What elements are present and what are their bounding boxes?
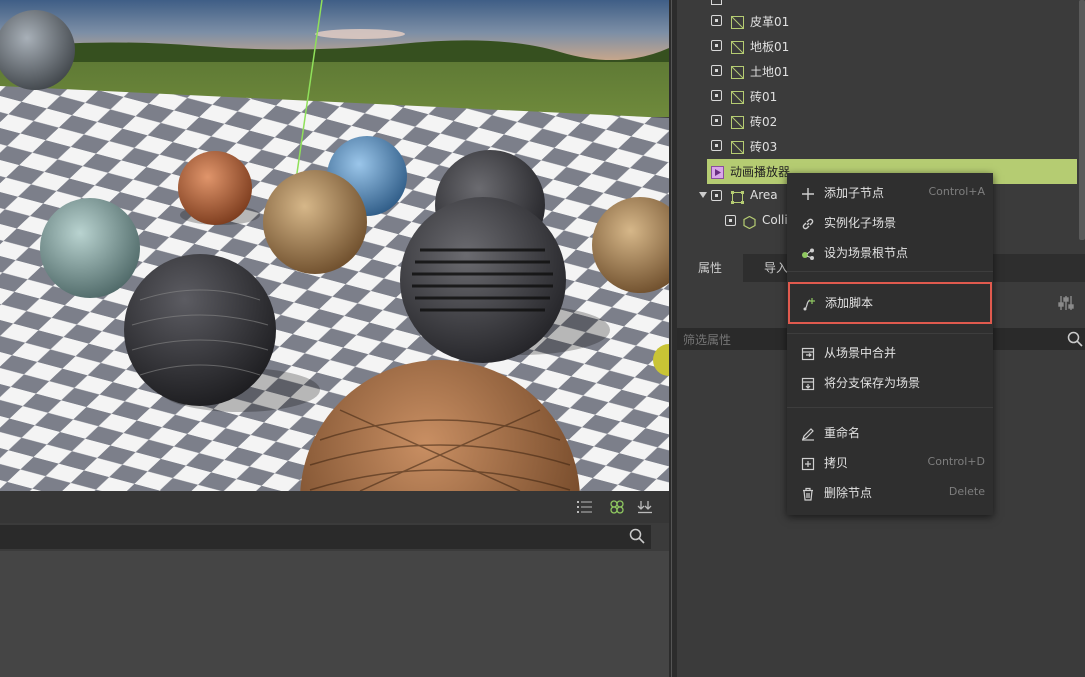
menu-item-label: 删除节点 [824,486,873,500]
material-icon [731,89,744,104]
menu-add-child-node[interactable]: 添加子节点 Control+A [787,178,993,208]
bottom-filter-bar[interactable] [0,525,651,549]
tree-scrollbar[interactable] [1079,0,1085,240]
menu-instance-child-scene[interactable]: 实例化子场景 [787,208,993,238]
menu-item-label: 添加子节点 [824,186,885,200]
menu-item-shortcut: Control+A [928,185,985,198]
material-icon [731,114,744,129]
menu-separator [787,271,993,272]
menu-add-script[interactable]: 添加脚本 [788,282,992,324]
material-icon [731,39,744,54]
visibility-icon[interactable] [711,190,722,201]
tree-item-label: 砖01 [750,90,778,104]
trash-icon [801,486,815,501]
menu-item-label: 添加脚本 [825,296,874,310]
visibility-icon[interactable] [711,115,722,126]
rename-icon [801,426,815,441]
plus-icon [801,186,815,200]
tree-item-label: 土地01 [750,65,790,79]
menu-merge-from-scene[interactable]: 从场景中合并 [787,338,993,368]
bottom-panel-toolbar [0,491,669,523]
menu-item-label: 设为场景根节点 [824,246,909,260]
material-icon [731,64,744,79]
visibility-icon[interactable] [711,40,722,51]
tree-item-label: 动画播放器 [730,165,791,179]
visibility-icon[interactable] [711,65,722,76]
menu-rename[interactable]: 重命名 [787,418,993,448]
visibility-icon[interactable] [711,90,722,101]
make-root-icon [801,246,815,260]
menu-item-label: 实例化子场景 [824,216,897,230]
tree-item-brick03[interactable]: 砖03 [677,134,1077,159]
merge-scene-icon [801,346,815,361]
duplicate-icon [801,456,815,471]
tree-item-floor01[interactable]: 地板01 [677,34,1077,59]
menu-item-shortcut: Control+D [927,455,985,468]
tab-properties[interactable]: 属性 [677,254,743,282]
search-icon[interactable] [1067,331,1083,351]
visibility-icon[interactable] [711,140,722,151]
tree-item-soil01[interactable]: 土地01 [677,59,1077,84]
bottom-panel-content [0,551,669,677]
menu-item-label: 拷贝 [824,456,849,470]
menu-separator [787,333,993,334]
material-icon [731,139,744,154]
menu-separator [787,407,993,408]
animation-player-icon [711,164,724,179]
expand-arrow-icon[interactable] [699,192,707,198]
tree-item-label: 砖03 [750,140,778,154]
tree-item-label: 砖02 [750,115,778,129]
node-context-menu: 添加子节点 Control+A 实例化子场景 设为场景根节点 添加脚本 从场景中… [787,173,993,515]
menu-make-scene-root[interactable]: 设为场景根节点 [787,238,993,268]
visibility-icon[interactable] [725,215,736,226]
tree-item-brick02[interactable]: 砖02 [677,109,1077,134]
area-icon [731,189,744,204]
menu-delete-node[interactable]: 删除节点 Delete [787,478,993,508]
material-icon [731,14,744,29]
list-view-icon[interactable] [577,500,593,514]
menu-item-shortcut: Delete [948,485,985,498]
menu-item-label: 将分支保存为场景 [824,376,921,390]
menu-item-label: 重命名 [824,426,861,440]
search-icon[interactable] [629,528,645,548]
menu-item-label: 从场景中合并 [824,346,897,360]
tree-row-cut-off [707,0,1047,8]
tree-item-label: 地板01 [750,40,790,54]
save-branch-icon [801,376,815,391]
menu-duplicate[interactable]: 拷贝 Control+D [787,448,993,478]
clover-icon[interactable] [609,500,625,514]
tree-item-label: 皮革01 [750,15,790,29]
tree-item-label: Colli [762,213,788,227]
sort-download-icon[interactable] [637,500,653,514]
tune-sliders-icon[interactable] [1057,294,1075,316]
visibility-icon[interactable] [711,15,722,26]
panel-divider-line [671,0,672,677]
tree-item-brick01[interactable]: 砖01 [677,84,1077,109]
menu-save-branch-as-scene[interactable]: 将分支保存为场景 [787,368,993,398]
visibility-icon[interactable] [711,0,722,5]
tree-item-label: Area [750,188,778,202]
tree-item-leather01[interactable]: 皮革01 [677,9,1077,34]
script-add-icon [802,296,816,311]
link-icon [801,216,815,230]
3d-viewport[interactable] [0,0,669,491]
viewport-scene [0,0,669,491]
collision-shape-icon [743,214,756,230]
